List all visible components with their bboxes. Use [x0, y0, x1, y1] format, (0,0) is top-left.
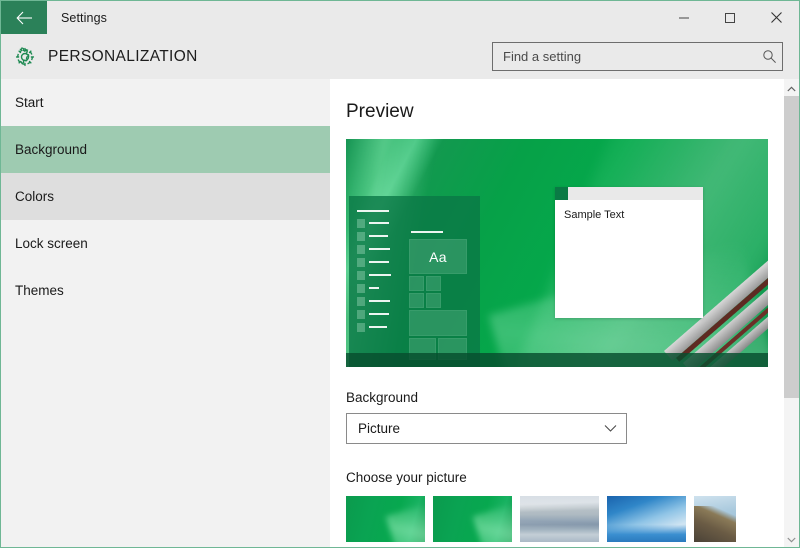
- start-menu-left-header: [357, 210, 389, 212]
- app-tile-icon: [357, 271, 365, 280]
- chevron-up-icon: [787, 79, 796, 97]
- picture-thumbnail-clouds[interactable]: [520, 496, 599, 542]
- minimize-button[interactable]: [661, 1, 707, 34]
- start-menu-app-row: [357, 243, 401, 256]
- vertical-scroll-thumb[interactable]: [784, 96, 799, 398]
- sidebar-item-label: Start: [15, 95, 44, 110]
- preview-taskbar: [346, 353, 768, 367]
- back-button[interactable]: [1, 1, 47, 34]
- sidebar-item-themes[interactable]: Themes: [1, 267, 330, 314]
- app-name-line: [369, 287, 379, 289]
- sample-window-text: Sample Text: [555, 200, 703, 221]
- start-menu-tile: [409, 310, 467, 336]
- content-pane: Preview: [330, 79, 799, 547]
- background-section: Background Picture: [346, 390, 784, 444]
- sidebar-item-colors[interactable]: Colors: [1, 173, 330, 220]
- gear-icon: [12, 44, 38, 70]
- minimize-icon: [678, 12, 690, 24]
- sample-window-titlebar: [555, 187, 703, 200]
- start-menu-app-row: [357, 269, 401, 282]
- app-tile-icon: [357, 284, 365, 293]
- app-name-line: [369, 313, 389, 315]
- start-menu-app-row: [357, 321, 401, 334]
- app-name-line: [369, 261, 389, 263]
- search-box[interactable]: [492, 42, 783, 71]
- picture-thumbnail-green-1[interactable]: [346, 496, 425, 542]
- page-title: PERSONALIZATION: [48, 48, 198, 66]
- preview-start-menu: Aa: [349, 196, 480, 367]
- sample-window-accent-badge: [555, 187, 568, 200]
- app-tile-icon: [357, 258, 365, 267]
- scroll-down-button[interactable]: [784, 530, 799, 547]
- sidebar-item-label: Background: [15, 142, 87, 157]
- app-name-line: [369, 300, 390, 302]
- start-menu-app-row: [357, 282, 401, 295]
- background-type-dropdown[interactable]: Picture: [346, 413, 627, 444]
- start-menu-app-row: [357, 230, 401, 243]
- start-menu-tile: [409, 276, 424, 291]
- window-title: Settings: [47, 1, 107, 34]
- sidebar-item-background[interactable]: Background: [1, 126, 330, 173]
- sidebar-nav: Start Background Colors Lock screen Them…: [1, 79, 330, 547]
- title-bar: Settings: [1, 1, 799, 34]
- picture-thumbnail-row: [346, 496, 784, 542]
- content-scroll-area: Preview: [330, 79, 784, 547]
- app-tile-icon: [357, 245, 365, 254]
- maximize-icon: [724, 12, 736, 24]
- sidebar-item-label: Colors: [15, 189, 54, 204]
- app-name-line: [369, 248, 390, 250]
- sidebar-item-label: Themes: [15, 283, 64, 298]
- app-tile-icon: [357, 219, 365, 228]
- settings-window: Settings: [0, 0, 800, 548]
- search-icon[interactable]: [756, 49, 782, 64]
- start-menu-app-list: [357, 217, 401, 367]
- sidebar-item-label: Lock screen: [15, 236, 88, 251]
- chevron-down-icon: [787, 530, 796, 548]
- choose-picture-label: Choose your picture: [346, 470, 784, 485]
- start-menu-app-row: [357, 256, 401, 269]
- vertical-scrollbar[interactable]: [784, 79, 799, 547]
- sidebar-item-lock-screen[interactable]: Lock screen: [1, 220, 330, 267]
- close-button[interactable]: [753, 1, 799, 34]
- picture-thumbnail-green-2[interactable]: [433, 496, 512, 542]
- preview-sample-window: Sample Text: [555, 187, 703, 318]
- app-tile-icon: [357, 297, 365, 306]
- start-menu-tile: [409, 293, 424, 308]
- start-menu-tile-label: Aa: [409, 239, 467, 274]
- search-input[interactable]: [493, 43, 756, 70]
- app-name-line: [369, 274, 391, 276]
- background-type-value: Picture: [347, 421, 594, 436]
- app-tile-icon: [357, 310, 365, 319]
- start-menu-app-row: [357, 308, 401, 321]
- app-name-line: [369, 326, 387, 328]
- scroll-up-button[interactable]: [784, 79, 799, 96]
- start-menu-app-row: [357, 295, 401, 308]
- start-menu-app-row: [357, 217, 401, 230]
- sidebar-item-start[interactable]: Start: [1, 79, 330, 126]
- picture-thumbnail-cliff[interactable]: [694, 496, 736, 542]
- preview-heading: Preview: [346, 101, 784, 123]
- close-icon: [770, 11, 783, 24]
- picture-thumbnail-water[interactable]: [607, 496, 686, 542]
- desktop-preview: Aa Sample Text: [346, 139, 768, 367]
- choose-picture-section: Choose your picture: [346, 470, 784, 542]
- back-arrow-icon: [16, 11, 33, 25]
- maximize-button[interactable]: [707, 1, 753, 34]
- start-menu-tile: [426, 293, 441, 308]
- background-label: Background: [346, 390, 784, 405]
- app-tile-icon: [357, 323, 365, 332]
- chevron-down-icon: [594, 424, 626, 433]
- start-menu-right-header: [411, 231, 443, 233]
- app-name-line: [369, 235, 388, 237]
- title-bar-drag-area[interactable]: [107, 1, 661, 34]
- start-menu-tile: [426, 276, 441, 291]
- app-name-line: [369, 222, 389, 224]
- app-tile-icon: [357, 232, 365, 241]
